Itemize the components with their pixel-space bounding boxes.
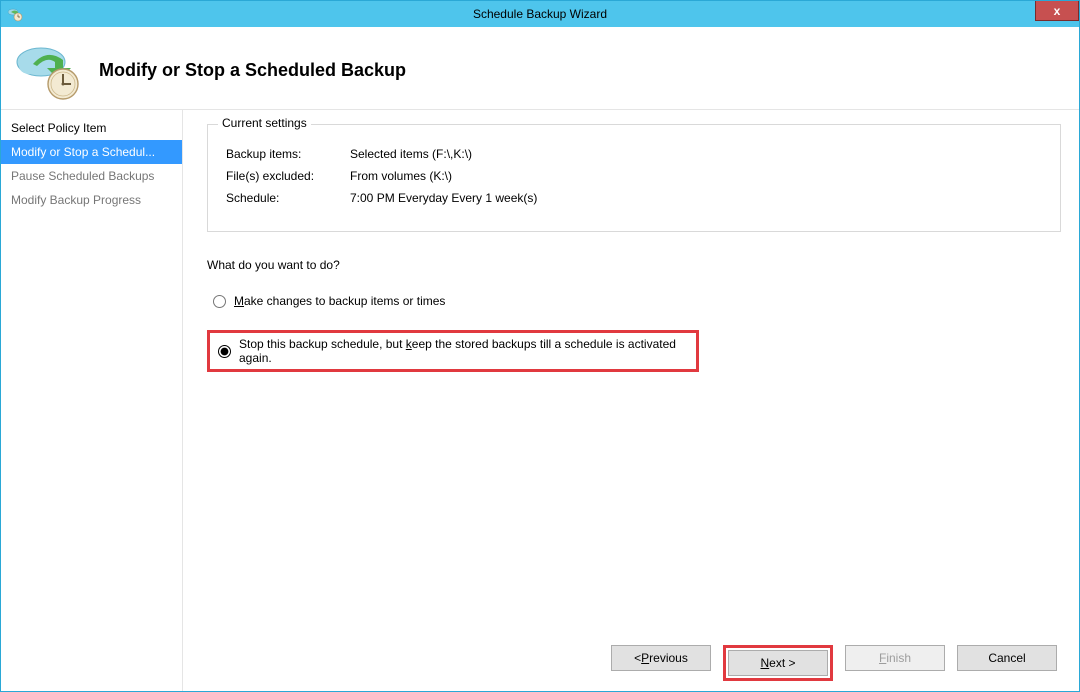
schedule-row: Schedule: 7:00 PM Everyday Every 1 week(…: [226, 191, 1042, 205]
schedule-label: Schedule:: [226, 191, 350, 205]
window-title: Schedule Backup Wizard: [1, 7, 1079, 21]
page-title: Modify or Stop a Scheduled Backup: [99, 60, 406, 81]
schedule-value: 7:00 PM Everyday Every 1 week(s): [350, 191, 537, 205]
backup-items-label: Backup items:: [226, 147, 350, 161]
wizard-sidebar: Select Policy Item Modify or Stop a Sche…: [1, 110, 183, 691]
close-button[interactable]: x: [1035, 1, 1079, 21]
cancel-button[interactable]: Cancel: [957, 645, 1057, 671]
wizard-header-icon: [15, 40, 81, 102]
radio-make-changes-label: Make changes to backup items or times: [234, 294, 445, 308]
radio-stop-schedule[interactable]: Stop this backup schedule, but keep the …: [216, 337, 690, 365]
titlebar: Schedule Backup Wizard x: [1, 1, 1079, 27]
app-icon: [7, 6, 23, 22]
radio-stop-schedule-input[interactable]: [218, 345, 231, 358]
radio-stop-schedule-label: Stop this backup schedule, but keep the …: [239, 337, 690, 365]
wizard-footer: < Previous Next > Finish Cancel: [207, 635, 1061, 681]
files-excluded-value: From volumes (K:\): [350, 169, 452, 183]
radio-make-changes-input[interactable]: [213, 295, 226, 308]
sidebar-item-modify-progress: Modify Backup Progress: [1, 188, 182, 212]
sidebar-item-modify-stop[interactable]: Modify or Stop a Schedul...: [1, 140, 182, 164]
wizard-window: Schedule Backup Wizard x Modify or Stop …: [0, 0, 1080, 692]
finish-button: Finish: [845, 645, 945, 671]
wizard-content: Current settings Backup items: Selected …: [183, 110, 1079, 691]
next-button-highlight: Next >: [723, 645, 833, 681]
next-button[interactable]: Next >: [728, 650, 828, 676]
files-excluded-label: File(s) excluded:: [226, 169, 350, 183]
sidebar-item-select-policy[interactable]: Select Policy Item: [1, 116, 182, 140]
backup-items-value: Selected items (F:\,K:\): [350, 147, 472, 161]
previous-button[interactable]: < Previous: [611, 645, 711, 671]
files-excluded-row: File(s) excluded: From volumes (K:\): [226, 169, 1042, 183]
radio-make-changes[interactable]: Make changes to backup items or times: [207, 288, 1061, 314]
backup-items-row: Backup items: Selected items (F:\,K:\): [226, 147, 1042, 161]
sidebar-item-pause-backups: Pause Scheduled Backups: [1, 164, 182, 188]
radio-stop-highlight: Stop this backup schedule, but keep the …: [207, 330, 699, 372]
current-settings-legend: Current settings: [218, 116, 311, 130]
wizard-body: Select Policy Item Modify or Stop a Sche…: [1, 109, 1079, 691]
wizard-header: Modify or Stop a Scheduled Backup: [1, 27, 1079, 109]
current-settings-group: Current settings Backup items: Selected …: [207, 124, 1061, 232]
prompt-text: What do you want to do?: [207, 258, 1061, 272]
